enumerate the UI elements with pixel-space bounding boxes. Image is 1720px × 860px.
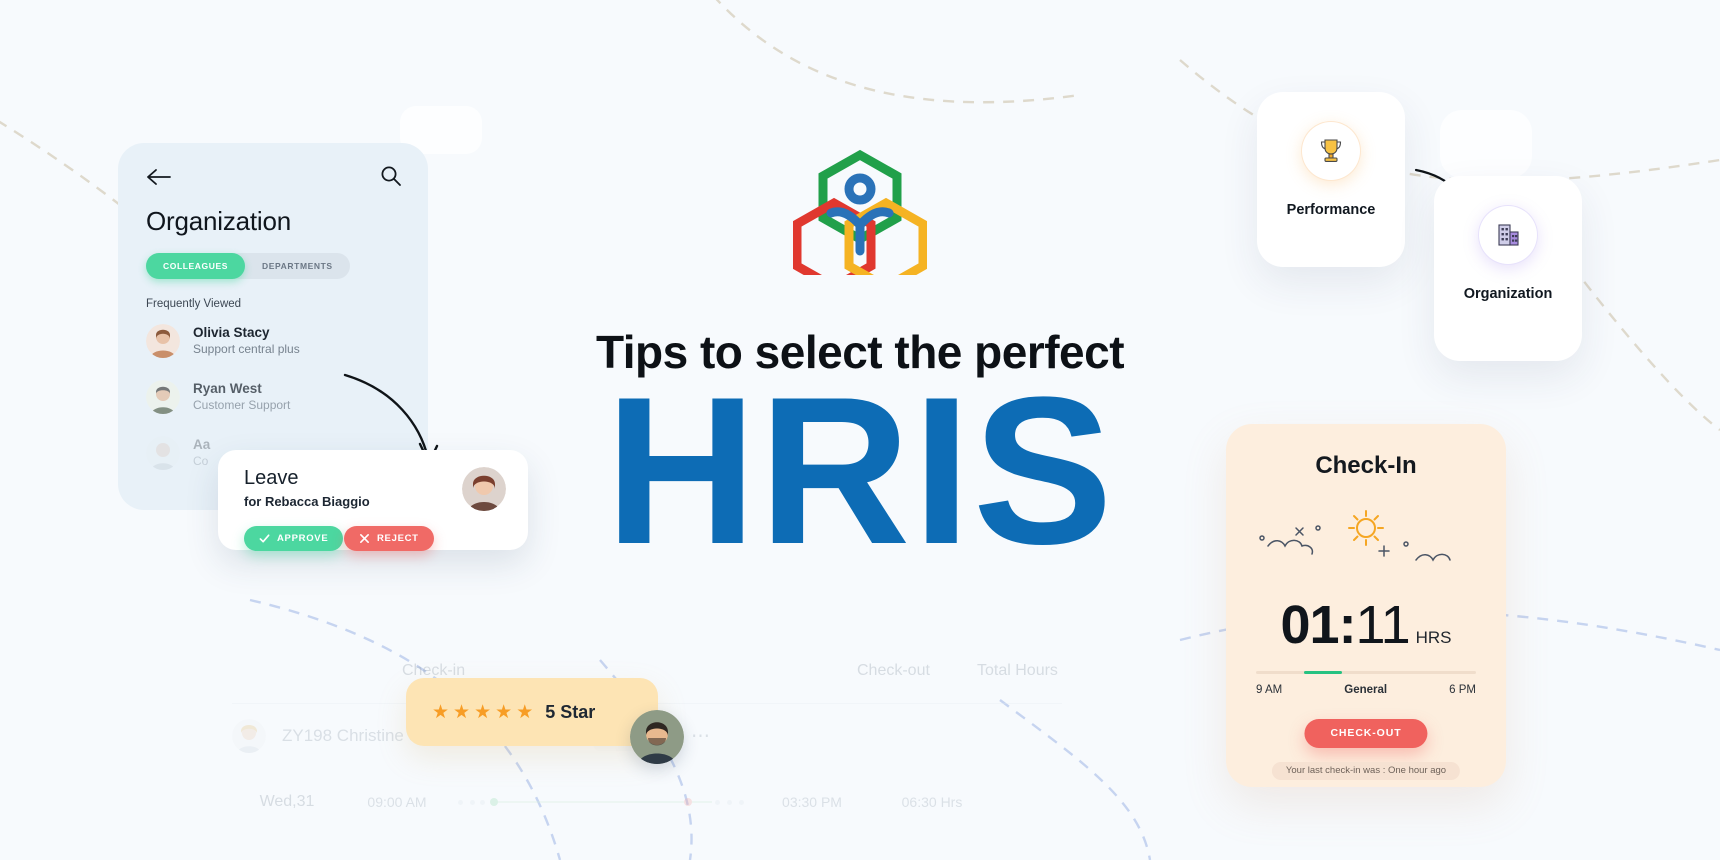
tab-colleagues[interactable]: COLLEAGUES: [146, 253, 246, 279]
search-icon[interactable]: [380, 165, 402, 187]
rating-label: 5 Star: [545, 701, 596, 722]
trophy-icon: [1302, 122, 1360, 180]
timer-separator: :: [1338, 595, 1357, 655]
row-checkin: 09:00 AM: [367, 794, 427, 810]
tab-departments[interactable]: DEPARTMENTS: [245, 253, 350, 279]
last-checkin-note: Your last check-in was : One hour ago: [1271, 762, 1461, 780]
star-icon: ★: [516, 701, 534, 723]
row-day: Wed,31: [259, 793, 315, 810]
tile-organization[interactable]: Organization: [1434, 176, 1582, 361]
scale-end: 6 PM: [1449, 684, 1476, 696]
avatar: [630, 710, 684, 764]
tile-label: Performance: [1286, 202, 1376, 218]
timer-unit: HRS: [1415, 628, 1452, 647]
checkin-title: Check-In: [1315, 452, 1417, 479]
row-total: 06:30 Hrs: [901, 794, 963, 810]
tile-label: Organization: [1463, 286, 1553, 302]
star-icon: ★: [495, 701, 513, 723]
panel-topbar: [146, 165, 402, 191]
checkin-card: Check-In 01:11 HRS 9 AM General 6 PM CHEC…: [1226, 424, 1506, 787]
segmented-control: COLLEAGUES DEPARTMENTS: [146, 253, 350, 279]
timer-minutes: 11: [1355, 595, 1411, 655]
office-building-icon: [1479, 206, 1537, 264]
page-title: Organization: [146, 206, 292, 236]
weather-illustration: [1259, 510, 1451, 562]
more-horizontal-icon[interactable]: ⋯: [691, 725, 711, 748]
check-out-button[interactable]: CHECK-OUT: [1304, 719, 1428, 748]
star-icon: ★: [432, 701, 450, 723]
checkin-timer: 01:11 HRS: [1226, 594, 1506, 656]
column-header-total: Total Hours: [977, 662, 1058, 679]
section-label: Frequently Viewed: [146, 298, 242, 310]
employee-name: ZY198 Christine S: [282, 726, 420, 745]
star-icon: ★: [453, 701, 471, 723]
poster-canvas: Organization COLLEAGUES DEPARTMENTS Freq…: [0, 0, 1720, 860]
star-icon: ★: [474, 701, 492, 723]
rating-toast: ★ ★ ★ ★ ★ 5 Star: [406, 678, 658, 746]
column-header-checkout: Check-out: [857, 662, 930, 679]
row-timeline: [452, 798, 752, 806]
scale-shift-name: General: [1344, 684, 1388, 696]
shift-progress-bar: [1256, 671, 1476, 674]
timer-hours: 01: [1280, 595, 1339, 655]
avatar: [232, 719, 266, 753]
scale-start: 9 AM: [1256, 684, 1283, 696]
back-arrow-icon[interactable]: [146, 167, 172, 187]
tile-performance[interactable]: Performance: [1257, 92, 1405, 267]
star-rating: ★ ★ ★ ★ ★: [432, 703, 533, 722]
hris-hexagon-logo: [793, 149, 927, 275]
row-checkout: 03:30 PM: [782, 794, 842, 810]
shift-scale: 9 AM General 6 PM: [1256, 684, 1476, 696]
attendance-row: Wed,31 09:00 AM 03:30 PM 06:30 Hrs: [232, 772, 1062, 832]
